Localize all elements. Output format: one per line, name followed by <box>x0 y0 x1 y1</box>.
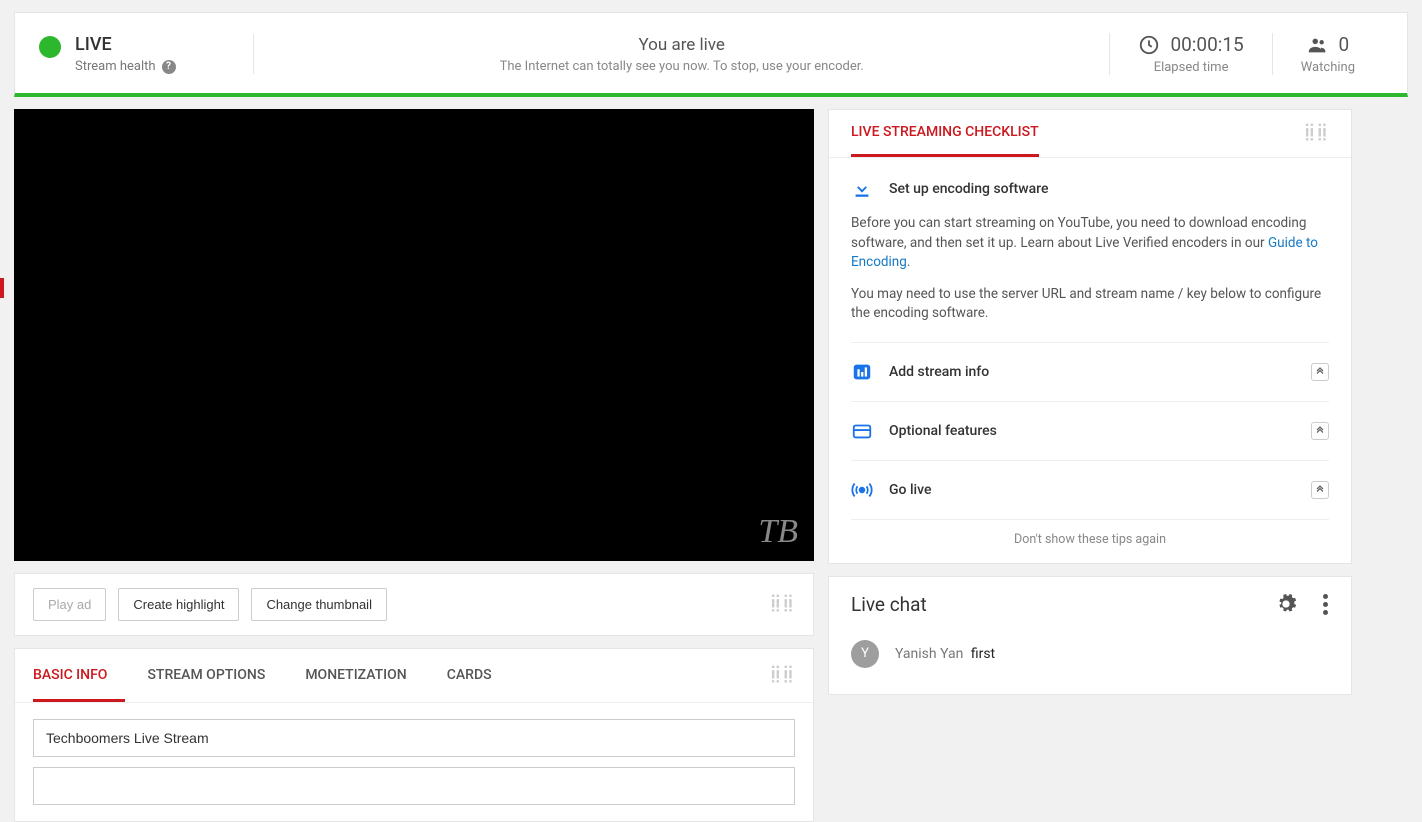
checklist-row-label: Go live <box>889 482 931 498</box>
stream-info-icon <box>851 361 873 383</box>
status-bar: LIVE Stream health ? You are live The In… <box>14 12 1408 97</box>
stream-health: Stream health ? <box>75 59 176 74</box>
tab-monetization[interactable]: MONETIZATION <box>305 649 424 702</box>
elapsed-label: Elapsed time <box>1138 60 1243 75</box>
status-center-sub: The Internet can totally see you now. To… <box>254 59 1109 74</box>
checklist-item-label: Set up encoding software <box>889 181 1048 197</box>
change-thumbnail-button[interactable]: Change thumbnail <box>251 588 387 621</box>
watching-value: 0 <box>1339 33 1350 56</box>
action-bar: Play ad Create highlight Change thumbnai… <box>14 573 814 636</box>
status-left: LIVE Stream health ? <box>39 34 254 74</box>
stream-title-input[interactable] <box>33 719 795 757</box>
tab-body-basic-info <box>15 703 813 821</box>
drag-handle-icon[interactable]: ⠿⠿⠿⠿ <box>770 670 795 682</box>
broadcast-icon <box>851 479 873 501</box>
stream-description-input[interactable] <box>33 767 795 805</box>
clock-icon <box>1138 34 1160 56</box>
live-indicator-icon <box>39 36 61 58</box>
download-icon <box>851 178 873 200</box>
drag-handle-icon[interactable]: ⠿⠿⠿⠿ <box>770 599 795 611</box>
dont-show-tips-link[interactable]: Don't show these tips again <box>851 520 1329 549</box>
elapsed-time-block: 00:00:15 Elapsed time <box>1109 33 1271 75</box>
checklist-panel: LIVE STREAMING CHECKLIST ⠿⠿⠿⠿ Set up enc… <box>828 109 1352 564</box>
more-icon[interactable] <box>1323 594 1329 615</box>
watching-label: Watching <box>1301 60 1355 75</box>
status-right: 00:00:15 Elapsed time 0 Watching <box>1109 33 1383 75</box>
checklist-item-stream-info[interactable]: Add stream info <box>851 343 1329 402</box>
checklist-item-go-live[interactable]: Go live <box>851 461 1329 520</box>
checklist-item-description: Before you can start streaming on YouTub… <box>851 214 1329 324</box>
tab-stream-options[interactable]: STREAM OPTIONS <box>147 649 283 702</box>
tab-basic-info[interactable]: BASIC INFO <box>33 649 125 702</box>
status-center-title: You are live <box>254 35 1109 55</box>
chat-message: Y Yanish Yan first <box>851 640 1329 668</box>
expand-icon[interactable] <box>1311 481 1329 499</box>
chat-header: Live chat <box>829 577 1351 632</box>
gear-icon[interactable] <box>1275 593 1297 615</box>
stream-health-label: Stream health <box>75 59 156 74</box>
video-preview[interactable]: TB <box>14 109 814 561</box>
chat-body: Y Yanish Yan first <box>829 632 1351 694</box>
expand-icon[interactable] <box>1311 422 1329 440</box>
people-icon <box>1307 34 1329 56</box>
watching-block: 0 Watching <box>1272 33 1383 75</box>
drag-handle-icon[interactable]: ⠿⠿⠿⠿ <box>1304 128 1329 154</box>
info-panel: BASIC INFO STREAM OPTIONS MONETIZATION C… <box>14 648 814 822</box>
chat-title: Live chat <box>851 593 927 616</box>
expand-icon[interactable] <box>1311 363 1329 381</box>
chat-username[interactable]: Yanish Yan <box>895 646 963 662</box>
tab-cards[interactable]: CARDS <box>447 649 510 702</box>
help-icon[interactable]: ? <box>162 60 176 74</box>
create-highlight-button[interactable]: Create highlight <box>118 588 239 621</box>
checklist-row-label: Add stream info <box>889 364 989 380</box>
elapsed-value: 00:00:15 <box>1170 33 1243 56</box>
checklist-item-optional-features[interactable]: Optional features <box>851 402 1329 461</box>
avatar[interactable]: Y <box>851 640 879 668</box>
checklist-row-label: Optional features <box>889 423 997 439</box>
watermark: TB <box>758 513 798 551</box>
status-center: You are live The Internet can totally se… <box>254 35 1109 74</box>
info-tabs: BASIC INFO STREAM OPTIONS MONETIZATION C… <box>15 649 813 703</box>
checklist-title: LIVE STREAMING CHECKLIST <box>851 124 1039 157</box>
play-ad-button[interactable]: Play ad <box>33 588 106 621</box>
card-icon <box>851 420 873 442</box>
live-chat-panel: Live chat Y Yanish Yan first <box>828 576 1352 695</box>
chat-text: first <box>971 646 995 662</box>
checklist-item-encoding: Set up encoding software Before you can … <box>851 158 1329 343</box>
live-label: LIVE <box>75 34 176 55</box>
left-red-indicator <box>0 278 4 298</box>
